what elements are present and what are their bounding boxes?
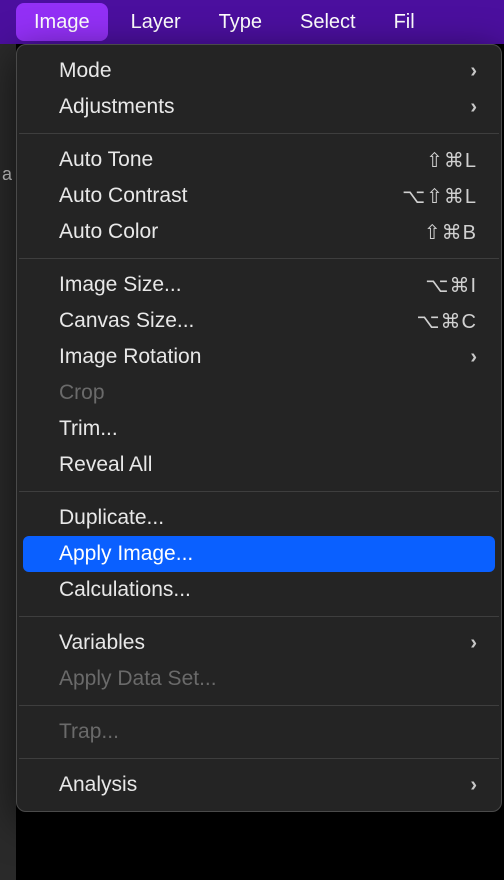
- menu-item-reveal-all[interactable]: Reveal All: [23, 447, 495, 483]
- menu-item-label: Reveal All: [59, 453, 477, 477]
- menu-item-duplicate[interactable]: Duplicate...: [23, 500, 495, 536]
- menu-item-shortcut: ⌥⌘I: [425, 273, 477, 298]
- image-menu-dropdown: Mode›Adjustments›Auto Tone⇧⌘LAuto Contra…: [16, 44, 502, 812]
- left-strip-letter: a: [0, 164, 14, 185]
- menu-item-canvas-size[interactable]: Canvas Size...⌥⌘C: [23, 303, 495, 339]
- left-panel-strip: a: [0, 44, 16, 880]
- menu-item-label: Adjustments: [59, 95, 470, 119]
- menubar-item-image[interactable]: Image: [16, 3, 108, 41]
- menu-item-trim[interactable]: Trim...: [23, 411, 495, 447]
- menubar-item-filter-partial[interactable]: Fil: [375, 0, 434, 44]
- menu-item-apply-image[interactable]: Apply Image...: [23, 536, 495, 572]
- menu-item-shortcut: ⌥⇧⌘L: [402, 184, 477, 209]
- menu-item-variables[interactable]: Variables›: [23, 625, 495, 661]
- menu-item-auto-color[interactable]: Auto Color⇧⌘B: [23, 214, 495, 250]
- menu-item-shortcut: ⇧⌘B: [424, 220, 477, 245]
- menubar-item-layer[interactable]: Layer: [112, 0, 200, 44]
- menubar-label: Type: [219, 11, 262, 34]
- chevron-right-icon: ›: [470, 347, 477, 367]
- menu-separator: [19, 616, 499, 617]
- menu-item-label: Duplicate...: [59, 506, 477, 530]
- menu-item-label: Trap...: [59, 720, 477, 744]
- chevron-right-icon: ›: [470, 61, 477, 81]
- menu-item-label: Image Rotation: [59, 345, 470, 369]
- menu-item-label: Apply Data Set...: [59, 667, 477, 691]
- menu-separator: [19, 258, 499, 259]
- menubar-label: Select: [300, 11, 356, 34]
- menubar-label: Image: [34, 11, 90, 34]
- menu-item-mode[interactable]: Mode›: [23, 53, 495, 89]
- menubar-item-type[interactable]: Type: [200, 0, 281, 44]
- menubar-item-select[interactable]: Select: [281, 0, 375, 44]
- menu-item-label: Auto Contrast: [59, 184, 402, 208]
- menu-item-image-rotation[interactable]: Image Rotation›: [23, 339, 495, 375]
- menu-item-shortcut: ⌥⌘C: [417, 309, 478, 334]
- menu-separator: [19, 705, 499, 706]
- menu-item-label: Apply Image...: [59, 542, 477, 566]
- menubar: Image Layer Type Select Fil: [0, 0, 504, 44]
- menu-item-auto-tone[interactable]: Auto Tone⇧⌘L: [23, 142, 495, 178]
- menu-item-shortcut: ⇧⌘L: [426, 148, 477, 173]
- chevron-right-icon: ›: [470, 633, 477, 653]
- chevron-right-icon: ›: [470, 775, 477, 795]
- menu-item-adjustments[interactable]: Adjustments›: [23, 89, 495, 125]
- menu-item-trap: Trap...: [23, 714, 495, 750]
- menu-item-image-size[interactable]: Image Size...⌥⌘I: [23, 267, 495, 303]
- chevron-right-icon: ›: [470, 97, 477, 117]
- menu-item-label: Variables: [59, 631, 470, 655]
- menu-separator: [19, 758, 499, 759]
- menubar-label: Layer: [131, 11, 181, 34]
- menu-item-auto-contrast[interactable]: Auto Contrast⌥⇧⌘L: [23, 178, 495, 214]
- menu-item-label: Auto Color: [59, 220, 424, 244]
- menu-item-label: Mode: [59, 59, 470, 83]
- menu-item-apply-data-set: Apply Data Set...: [23, 661, 495, 697]
- menu-item-analysis[interactable]: Analysis›: [23, 767, 495, 803]
- menu-item-crop: Crop: [23, 375, 495, 411]
- menu-item-label: Canvas Size...: [59, 309, 417, 333]
- menu-item-label: Auto Tone: [59, 148, 426, 172]
- menu-item-label: Image Size...: [59, 273, 425, 297]
- menu-item-calculations[interactable]: Calculations...: [23, 572, 495, 608]
- menu-separator: [19, 133, 499, 134]
- menu-item-label: Calculations...: [59, 578, 477, 602]
- menu-item-label: Trim...: [59, 417, 477, 441]
- menu-item-label: Crop: [59, 381, 477, 405]
- menu-item-label: Analysis: [59, 773, 470, 797]
- menubar-label: Fil: [394, 11, 415, 34]
- menu-separator: [19, 491, 499, 492]
